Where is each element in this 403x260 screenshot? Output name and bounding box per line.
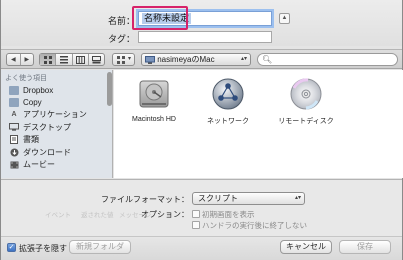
forward-button[interactable]: ▶	[21, 54, 34, 65]
forward-arrow-icon: ▶	[24, 57, 30, 63]
file-browser: Macintosh HD ネットワーク リモートディスク	[114, 70, 403, 178]
checkmark-icon: ✓	[8, 244, 15, 251]
network-icon	[210, 76, 246, 112]
hide-extension-checkbox[interactable]: ✓	[7, 243, 16, 252]
location-popup[interactable]: nasimeyaのMac ▴▾	[141, 53, 251, 66]
browser-toolbar: ◀ ▶ ▾ nasimeyaのMac ▴▾ 🔍︎	[1, 49, 402, 69]
format-value: スクリプト	[198, 194, 238, 203]
chevron-up-icon: ▲	[281, 15, 288, 21]
grid-icon	[117, 55, 125, 64]
back-arrow-icon: ◀	[10, 57, 16, 63]
folder-icon	[9, 85, 19, 95]
volume-label: ネットワーク	[207, 118, 249, 125]
tag-field[interactable]	[138, 31, 272, 43]
cancel-button[interactable]: キャンセル	[280, 240, 332, 254]
column-view-button[interactable]	[73, 54, 89, 65]
sidebar-item-label: ダウンロード	[23, 147, 71, 157]
back-button[interactable]: ◀	[7, 54, 21, 65]
search-icon: 🔍︎	[262, 55, 273, 64]
stay-open-checkbox[interactable]	[192, 221, 200, 229]
apps-icon: A	[11, 111, 17, 119]
sidebar: よく使う項目 Dropbox Copy A アプリケーション デスクトップ 書類	[1, 70, 113, 178]
sidebar-item-documents[interactable]: 書類	[1, 134, 112, 146]
checkbox-label: 初期画面を表示	[202, 210, 255, 219]
sidebar-item-movies[interactable]: ムービー	[1, 158, 112, 170]
highlight-annotation	[132, 6, 188, 30]
folder-icon	[9, 98, 19, 108]
format-popup[interactable]: スクリプト ▴▾	[192, 192, 305, 205]
checkbox-label: ハンドラの実行後に終了しない	[202, 221, 307, 230]
popup-arrows-icon: ▴▾	[240, 56, 247, 62]
sidebar-item-label: 書類	[23, 135, 39, 145]
sidebar-item-downloads[interactable]: ダウンロード	[1, 146, 112, 158]
save-header: 名前： 名称未設定 ▲ タグ：	[1, 0, 402, 46]
movie-icon	[9, 160, 19, 169]
sidebar-item-label: ムービー	[23, 160, 55, 170]
name-label: 名前：	[107, 16, 135, 26]
expand-dialog-button[interactable]: ▲	[279, 13, 290, 24]
hard-disk-icon	[136, 76, 172, 112]
sidebar-scrollbar[interactable]	[107, 72, 112, 106]
new-folder-button[interactable]: 新規フォルダ	[69, 240, 131, 254]
volume-remote-disc[interactable]: リモートディスク	[274, 76, 338, 126]
coverflow-view-button[interactable]	[89, 54, 104, 65]
document-icon	[9, 135, 19, 145]
volume-label: Macintosh HD	[132, 116, 176, 123]
sidebar-section-title: よく使う項目	[5, 75, 47, 82]
background-messages-tab: メッセージ	[119, 212, 152, 219]
desktop-icon	[9, 123, 19, 132]
show-startup-checkbox[interactable]	[192, 210, 200, 218]
background-result-tab: 返された値	[81, 212, 114, 219]
volume-macintosh-hd[interactable]: Macintosh HD	[122, 76, 186, 123]
sidebar-item-applications[interactable]: A アプリケーション	[1, 109, 112, 121]
view-mode-control	[39, 53, 105, 66]
sidebar-item-desktop[interactable]: デスクトップ	[1, 121, 112, 133]
background-events-tab: イベント	[45, 212, 71, 219]
save-button[interactable]: 保存	[339, 240, 391, 254]
popup-arrows-icon: ▾	[127, 56, 131, 62]
volume-network[interactable]: ネットワーク	[196, 76, 260, 126]
save-dialog: 名前： 名称未設定 ▲ タグ： ◀ ▶ ▾ nasimeyaのMac ▴▾ 🔍︎…	[0, 0, 403, 260]
sidebar-item-label: アプリケーション	[23, 110, 87, 120]
sidebar-item-copy[interactable]: Copy	[1, 96, 112, 108]
remote-disc-icon	[288, 76, 324, 112]
arrange-popup[interactable]: ▾	[112, 53, 135, 66]
sidebar-item-dropbox[interactable]: Dropbox	[1, 84, 112, 96]
icon-view-icon	[43, 55, 52, 64]
popup-arrows-icon: ▴▾	[294, 195, 301, 201]
computer-icon	[145, 55, 155, 64]
list-view-button[interactable]	[56, 54, 73, 65]
dialog-footer: ✓ 拡張子を隠す 新規フォルダ キャンセル 保存	[1, 236, 402, 260]
download-icon	[9, 148, 19, 157]
location-label: nasimeyaのMac	[157, 55, 215, 64]
list-view-icon	[59, 55, 68, 63]
tag-label: タグ：	[107, 34, 135, 44]
format-options-panel: ファイルフォーマット： スクリプト ▴▾ オプション： 初期画面を表示 ハンドラ…	[1, 179, 402, 236]
icon-view-button[interactable]	[40, 54, 57, 65]
sidebar-item-label: Dropbox	[23, 85, 54, 95]
format-label: ファイルフォーマット：	[101, 195, 189, 204]
sidebar-item-label: デスクトップ	[23, 122, 71, 132]
search-field[interactable]: 🔍︎	[257, 53, 398, 66]
sidebar-item-label: Copy	[23, 98, 42, 108]
coverflow-view-icon	[91, 55, 101, 63]
hide-extension-label: 拡張子を隠す	[19, 244, 67, 253]
column-view-icon	[75, 55, 85, 64]
nav-buttons: ◀ ▶	[6, 53, 34, 66]
volume-label: リモートディスク	[278, 118, 334, 125]
